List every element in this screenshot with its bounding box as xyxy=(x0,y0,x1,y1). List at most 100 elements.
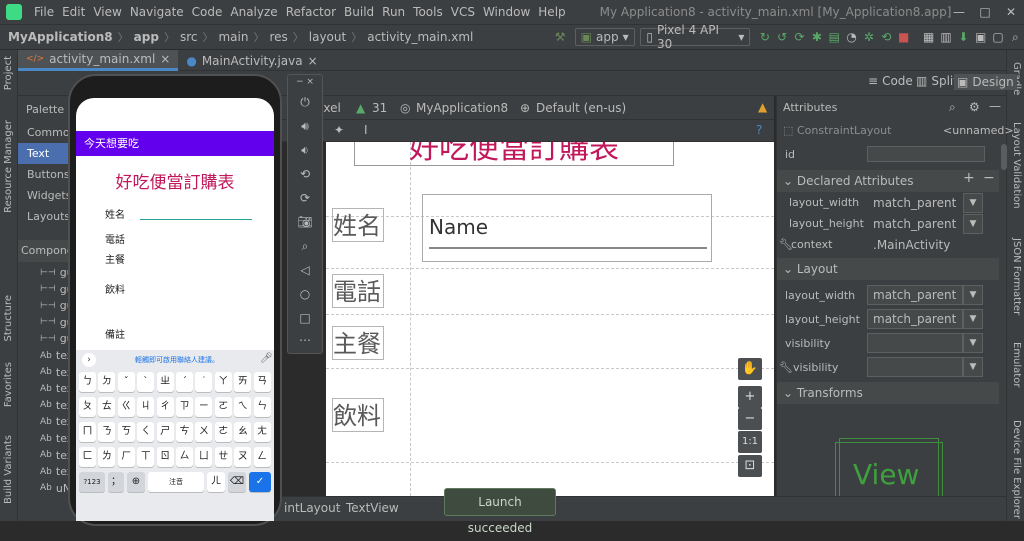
chevron-down-icon[interactable]: ▼ xyxy=(963,357,983,377)
keyboard-key[interactable]: ㄧ xyxy=(195,397,213,417)
menu-code[interactable]: Code xyxy=(188,0,227,24)
crumb-project[interactable]: MyApplication8 xyxy=(0,30,116,44)
crumb-file[interactable]: activity_main.xml xyxy=(364,30,476,44)
transforms-section-header[interactable]: ⌄ Transforms xyxy=(777,382,999,404)
keyboard-key[interactable]: ˋ xyxy=(137,372,155,392)
contact-suggestion-text[interactable]: 輕觸即可啟用聯絡人建議。 xyxy=(102,355,252,365)
chevron-right-icon[interactable]: › xyxy=(82,353,96,367)
add-attribute-icon[interactable]: + xyxy=(963,170,975,186)
menu-vcs[interactable]: VCS xyxy=(447,0,479,24)
keyboard-key[interactable]: ㄔ xyxy=(156,397,174,417)
baseline-icon[interactable]: I xyxy=(364,123,368,137)
main-dish-label[interactable]: 主餐 xyxy=(332,326,384,360)
volume-up-icon[interactable]: 🔊︎ xyxy=(288,119,322,134)
backspace-icon[interactable]: ⌫ xyxy=(228,472,246,492)
debug-icon[interactable]: ✱ xyxy=(808,28,825,46)
declared-attr-value[interactable]: .MainActivity xyxy=(867,235,983,255)
enter-check-icon[interactable]: ✓ xyxy=(249,472,271,492)
rerun-icon[interactable]: ⟲ xyxy=(878,28,895,46)
tool-build-variants[interactable]: Build Variants xyxy=(3,435,14,504)
keyboard-key[interactable]: ㄗ xyxy=(176,397,193,417)
keyboard-key[interactable]: ㄡ xyxy=(234,447,252,467)
hide-panel-icon[interactable]: — xyxy=(989,99,1001,113)
menu-window[interactable]: Window xyxy=(479,0,534,24)
emulator-window-controls[interactable]: − × xyxy=(288,77,322,87)
volume-down-icon[interactable]: 🔉︎ xyxy=(288,143,322,158)
sdk-manager-icon[interactable]: ⬇ xyxy=(955,28,972,46)
hammer-icon[interactable]: ⚒ xyxy=(552,28,569,46)
keyboard-key[interactable]: ˊ xyxy=(176,372,193,392)
layout-attr-value[interactable] xyxy=(867,333,963,353)
gear-icon[interactable]: ⚙ xyxy=(969,100,980,114)
keyboard-key[interactable]: ㄋ xyxy=(98,422,116,442)
crumb-layout[interactable]: layout xyxy=(306,30,349,44)
keyboard-key[interactable]: ㄆ xyxy=(79,397,96,417)
menu-navigate[interactable]: Navigate xyxy=(126,0,188,24)
keyboard-key[interactable]: ㄛ xyxy=(214,397,232,417)
run-config-dropdown[interactable]: ▣ app ▾ xyxy=(574,28,635,46)
layout-attr-value[interactable] xyxy=(867,357,963,377)
keyboard-key[interactable]: ㄍ xyxy=(117,397,135,417)
chevron-down-icon[interactable]: ▼ xyxy=(963,214,983,234)
keyboard-key[interactable]: ㄨ xyxy=(195,422,213,442)
menu-run[interactable]: Run xyxy=(378,0,409,24)
profile-icon[interactable]: ◔ xyxy=(843,28,860,46)
apply-code-changes-icon[interactable]: ↺ xyxy=(774,28,791,46)
zoom-icon[interactable]: ⌕ xyxy=(288,239,322,254)
keyboard-key[interactable]: ㄟ xyxy=(234,397,252,417)
back-icon[interactable]: ◁ xyxy=(288,263,322,277)
keyboard-key[interactable]: ㄞ xyxy=(234,372,252,392)
avd-manager-icon[interactable]: ▥ xyxy=(937,28,954,46)
crumb-res[interactable]: res xyxy=(266,30,290,44)
keyboard-key[interactable]: ㄢ xyxy=(253,372,271,392)
menu-analyze[interactable]: Analyze xyxy=(226,0,281,24)
name-edittext[interactable]: Name xyxy=(422,194,712,262)
sync-icon[interactable]: ▦ xyxy=(920,28,937,46)
stop-icon[interactable]: ■ xyxy=(895,28,912,46)
keyboard-key[interactable]: ㄖ xyxy=(156,447,174,467)
keyboard-key[interactable]: ㄉ xyxy=(98,372,116,392)
rotate-left-icon[interactable]: ⟲ xyxy=(288,167,322,181)
crumb-app[interactable]: app xyxy=(131,30,162,44)
scrollbar[interactable] xyxy=(1001,144,1007,170)
menu-tools[interactable]: Tools xyxy=(409,0,447,24)
keyboard-key[interactable]: ㄥ xyxy=(253,447,271,467)
globe-icon[interactable]: ⊕ xyxy=(127,472,145,492)
keyboard-key[interactable]: ㄙ xyxy=(176,447,193,467)
attach-debugger-icon[interactable]: ✲ xyxy=(860,28,877,46)
layout-section-header[interactable]: ⌄ Layout xyxy=(777,258,999,280)
keyboard-key[interactable]: ㄏ xyxy=(117,447,135,467)
tool-favorites[interactable]: Favorites xyxy=(3,362,14,407)
keyboard-key[interactable]: ㄈ xyxy=(79,447,96,467)
close-tab-icon[interactable]: × xyxy=(308,54,318,68)
maximize-icon[interactable]: □ xyxy=(972,0,998,24)
screen-icon[interactable]: ▢ xyxy=(989,28,1006,46)
keyboard-key[interactable]: ㄐ xyxy=(137,397,155,417)
coverage-icon[interactable]: ▤ xyxy=(826,28,843,46)
close-tab-icon[interactable]: × xyxy=(160,52,170,66)
tool-json-formatter[interactable]: JSON Formatter xyxy=(1011,238,1022,315)
breadcrumb-textview[interactable]: TextView xyxy=(346,501,399,515)
declared-attr-value[interactable]: match_parent xyxy=(867,193,963,213)
keyboard-key[interactable]: ㄚ xyxy=(214,372,232,392)
theme-dropdown[interactable]: MyApplication8 xyxy=(416,101,508,115)
keyboard-key[interactable]: ㄣ xyxy=(253,397,271,417)
chevron-down-icon[interactable]: ▼ xyxy=(963,309,983,329)
keyboard-key[interactable]: ㄇ xyxy=(79,422,96,442)
menu-refactor[interactable]: Refactor xyxy=(282,0,340,24)
menu-view[interactable]: View xyxy=(89,0,125,24)
tool-project[interactable]: Project xyxy=(3,56,14,90)
device-dropdown[interactable]: ▯ Pixel 4 API 30 ▾ xyxy=(640,23,751,51)
keyboard-key[interactable]: ㄠ xyxy=(234,422,252,442)
keyboard-key[interactable]: ㄒ xyxy=(137,447,155,467)
id-field[interactable] xyxy=(867,146,985,162)
phone-label[interactable]: 電話 xyxy=(332,274,384,308)
api-level-dropdown[interactable]: 31 xyxy=(372,101,387,115)
keyboard-key[interactable]: ㄌ xyxy=(98,447,116,467)
tool-resource-manager[interactable]: Resource Manager xyxy=(3,120,14,213)
tool-structure[interactable]: Structure xyxy=(3,295,14,342)
pan-hand-icon[interactable]: ✋ xyxy=(738,358,762,380)
remove-attribute-icon[interactable]: − xyxy=(983,170,995,186)
keyboard-key[interactable]: ˇ xyxy=(117,372,135,392)
menu-build[interactable]: Build xyxy=(340,0,378,24)
